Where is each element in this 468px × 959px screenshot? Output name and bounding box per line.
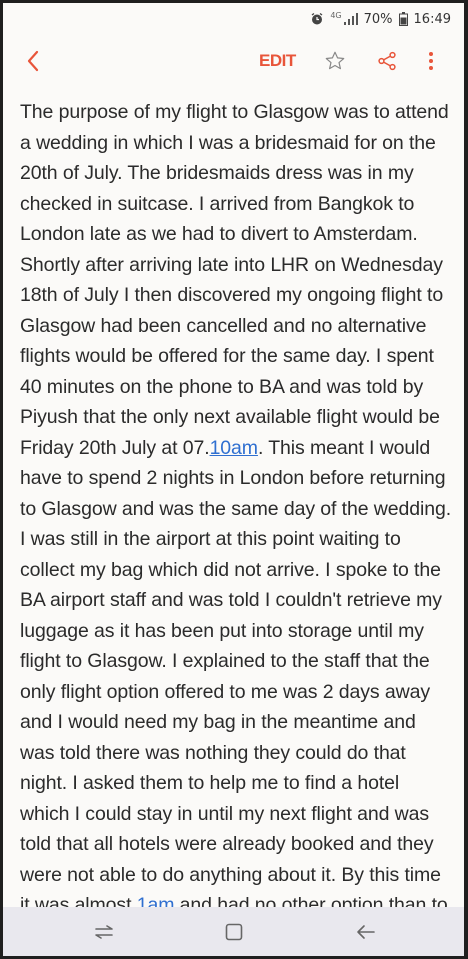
note-line: were not able to do anything about it. B… [20, 860, 454, 891]
star-outline-icon[interactable] [321, 47, 349, 75]
back-arrow-icon[interactable] [351, 919, 381, 945]
note-line: 40 minutes on the phone to BA and was to… [20, 372, 454, 403]
note-text-segment: and I would need my bag in the meantime … [20, 711, 416, 733]
battery-icon [398, 12, 408, 26]
note-text: The purpose of my flight to Glasgow was … [20, 97, 454, 951]
note-text-segment: . This meant I would [257, 436, 431, 459]
note-line: collect my bag which did not arrive. I s… [20, 555, 454, 586]
note-text-segment: London late as we had to divert to Amste… [20, 223, 418, 245]
note-line: Friday 20th July at 07.10am. This meant … [20, 433, 454, 464]
more-vertical-icon[interactable] [417, 47, 445, 75]
time-link[interactable]: 10am [210, 437, 258, 459]
note-line: a wedding in which I was a bridesmaid fo… [20, 128, 454, 159]
note-line: told that all hotels were already booked… [20, 829, 454, 860]
note-text-segment: 20th of July. The bridesmaids dress was … [20, 162, 414, 184]
note-line: 18th of July I then discovered my ongoin… [20, 280, 454, 311]
note-line: I was still in the airport at this point… [20, 524, 454, 555]
navigation-bar [3, 907, 464, 956]
note-text-segment: 40 minutes on the phone to BA and was to… [20, 375, 424, 398]
battery-percent: 70% [363, 11, 393, 27]
note-line: Glasgow had been cancelled and no altern… [20, 311, 454, 342]
note-line: checked in suitcase. I arrived from Bang… [20, 189, 454, 220]
clock: 16:49 [413, 11, 451, 27]
note-text-segment: Shortly after arriving late into LHR on … [20, 253, 443, 276]
note-line: Shortly after arriving late into LHR on … [20, 250, 454, 281]
note-line: 20th of July. The bridesmaids dress was … [20, 158, 454, 189]
note-text-segment: night. I asked them to help me to find a… [20, 772, 400, 794]
note-line: Piyush that the only next available flig… [20, 402, 454, 433]
note-text-segment: a wedding in which I was a bridesmaid fo… [20, 131, 436, 154]
note-line: and I would need my bag in the meantime … [20, 707, 454, 738]
note-text-segment: only flight option offered to me was 2 d… [20, 680, 430, 703]
note-text-segment: were not able to do anything about it. B… [20, 863, 441, 886]
share-icon[interactable] [373, 47, 401, 75]
note-text-segment: Glasgow had been cancelled and no altern… [20, 314, 427, 337]
app-bar: EDIT [3, 35, 464, 87]
note-text-segment: I was still in the airport at this point… [20, 528, 401, 550]
note-text-segment: collect my bag which did not arrive. I s… [20, 558, 441, 581]
note-line: to Glasgow and was the same day of the w… [20, 494, 454, 525]
chevron-left-icon[interactable] [19, 47, 47, 75]
note-line: flight to Glasgow. I explained to the st… [20, 646, 454, 677]
note-text-segment: to Glasgow and was the same day of the w… [20, 497, 452, 520]
recents-icon[interactable] [89, 919, 119, 945]
note-text-segment: Friday 20th July at 07. [20, 436, 210, 459]
note-line: luggage as it has been put into storage … [20, 616, 454, 647]
note-line: night. I asked them to help me to find a… [20, 768, 454, 799]
signal-icon [343, 13, 358, 25]
note-text-segment: have to spend 2 nights in London before … [20, 467, 446, 489]
phone-screen: 4G 70% 16:49 EDIT The purpose of my flig… [3, 3, 464, 956]
note-text-segment: checked in suitcase. I arrived from Bang… [20, 192, 415, 215]
note-line: only flight option offered to me was 2 d… [20, 677, 454, 708]
network-label: 4G [330, 10, 342, 20]
note-line: flights would be offered for the same da… [20, 341, 454, 372]
note-text-segment: flights would be offered for the same da… [20, 345, 434, 367]
note-line: have to spend 2 nights in London before … [20, 463, 454, 494]
note-text-segment: was told there was nothing they could do… [20, 741, 406, 764]
note-text-segment: told that all hotels were already booked… [20, 833, 434, 855]
note-line: which I could stay in until my next flig… [20, 799, 454, 830]
note-text-segment: 18th of July I then discovered my ongoin… [20, 284, 444, 306]
note-line: The purpose of my flight to Glasgow was … [20, 97, 454, 128]
note-text-segment: The purpose of my flight to Glasgow was … [20, 101, 449, 123]
home-icon[interactable] [219, 919, 249, 945]
note-text-segment: BA airport staff and was told I couldn't… [20, 589, 442, 611]
note-text-segment: Piyush that the only next available flig… [20, 406, 440, 428]
note-text-segment: luggage as it has been put into storage … [20, 619, 424, 642]
note-line: was told there was nothing they could do… [20, 738, 454, 769]
status-bar: 4G 70% 16:49 [3, 3, 464, 35]
note-text-segment: flight to Glasgow. I explained to the st… [20, 650, 430, 672]
note-line: London late as we had to divert to Amste… [20, 219, 454, 250]
note-line: BA airport staff and was told I couldn't… [20, 585, 454, 616]
alarm-icon [310, 12, 324, 26]
edit-button[interactable]: EDIT [259, 48, 296, 74]
note-text-segment: which I could stay in until my next flig… [20, 802, 430, 825]
